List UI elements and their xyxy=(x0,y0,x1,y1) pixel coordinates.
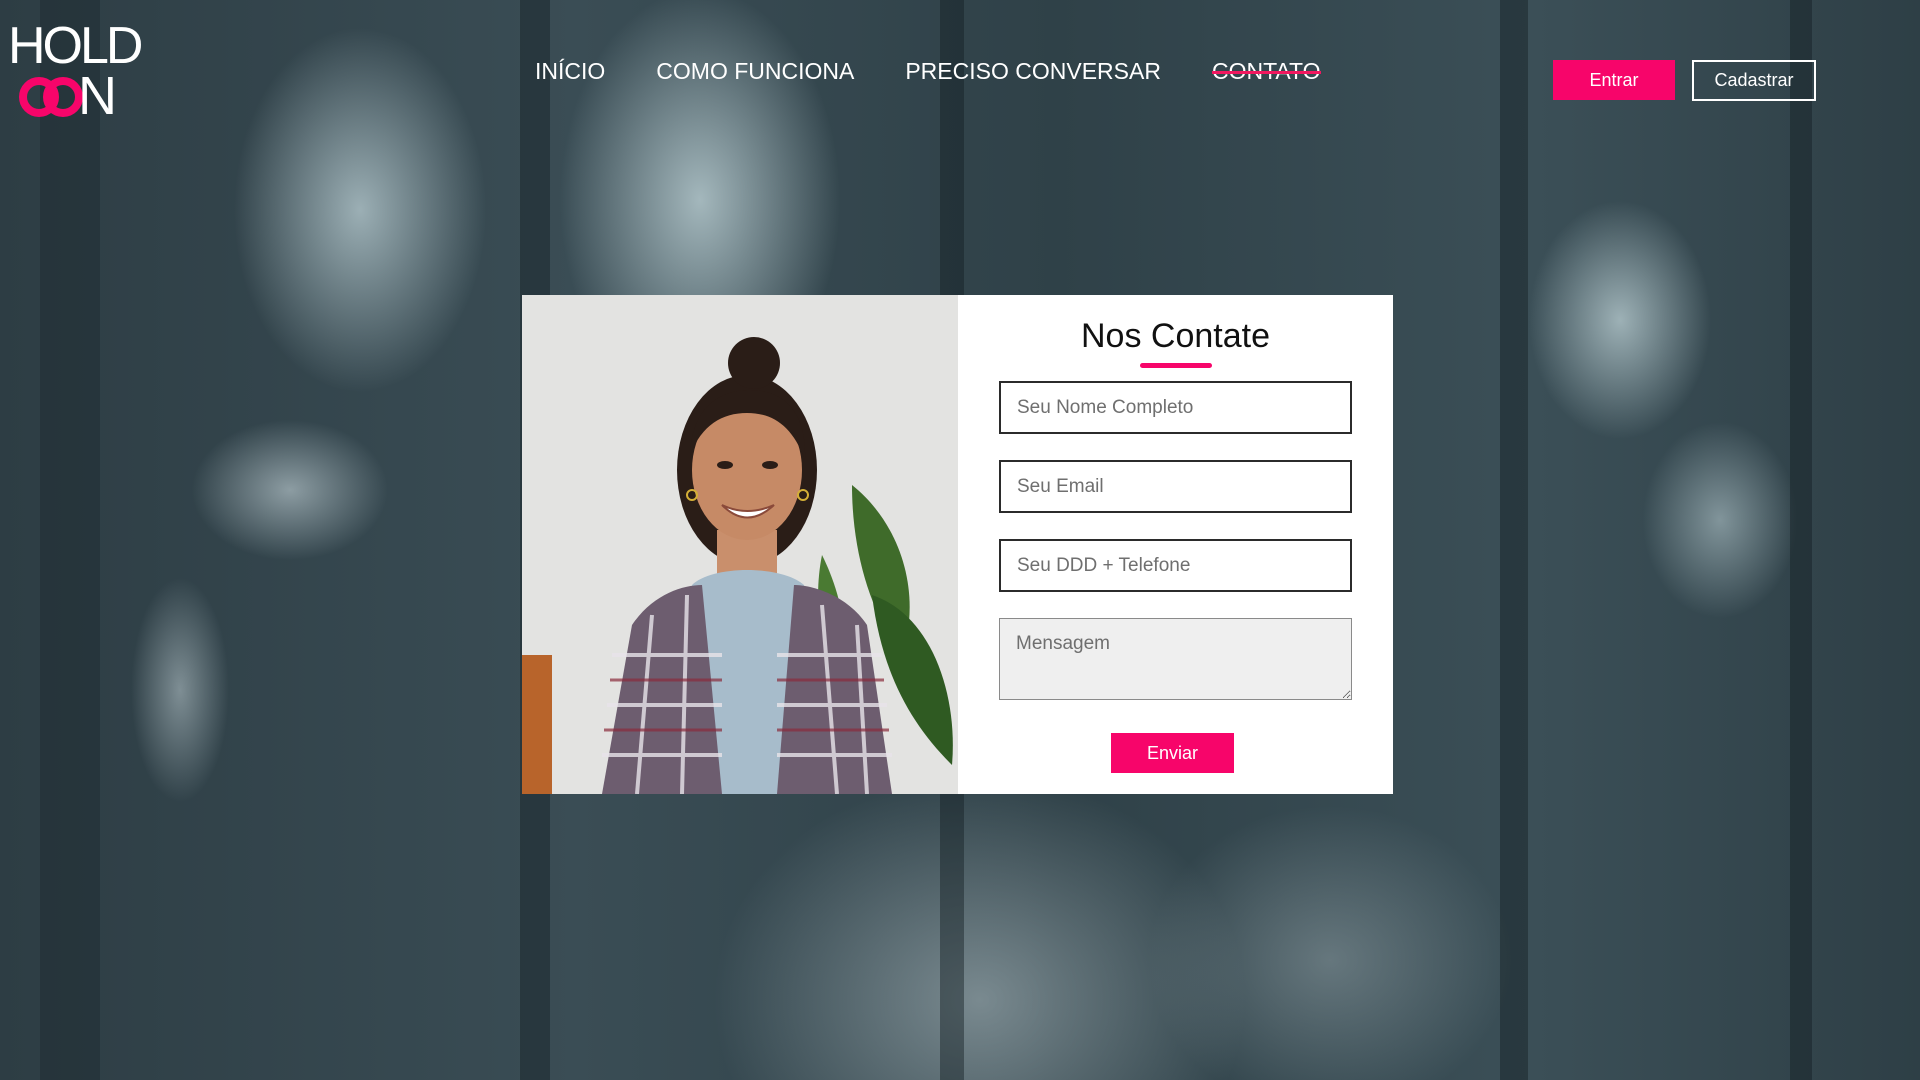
message-field[interactable] xyxy=(999,618,1352,700)
logo-text-n: N xyxy=(78,66,117,126)
nav-item-inicio[interactable]: INÍCIO xyxy=(535,58,605,85)
name-field[interactable] xyxy=(999,381,1352,434)
contact-form: Nos Contate Enviar xyxy=(958,295,1393,794)
signup-button[interactable]: Cadastrar xyxy=(1692,60,1816,101)
phone-field[interactable] xyxy=(999,539,1352,592)
contact-photo xyxy=(522,295,958,794)
page: HOLD N INÍCIO COMO FUNCIONA PRECISO CONV… xyxy=(0,0,1920,1080)
logo-text-hold: HOLD xyxy=(8,17,143,75)
contact-card: Nos Contate Enviar xyxy=(522,295,1393,794)
nav-item-como-funciona[interactable]: COMO FUNCIONA xyxy=(656,58,854,85)
woman-portrait-illustration xyxy=(522,295,958,794)
login-button[interactable]: Entrar xyxy=(1553,60,1675,100)
email-field[interactable] xyxy=(999,460,1352,513)
nav-item-preciso-conversar[interactable]: PRECISO CONVERSAR xyxy=(905,58,1161,85)
title-underline xyxy=(1140,363,1212,368)
contact-title: Nos Contate xyxy=(1081,317,1270,355)
header: HOLD N INÍCIO COMO FUNCIONA PRECISO CONV… xyxy=(0,0,1920,130)
send-button[interactable]: Enviar xyxy=(1111,733,1234,773)
logo[interactable]: HOLD N xyxy=(8,17,148,126)
main-nav: INÍCIO COMO FUNCIONA PRECISO CONVERSAR C… xyxy=(535,58,1321,85)
logo-bottom-row: N xyxy=(18,66,148,126)
nav-item-contato[interactable]: CONTATO xyxy=(1211,58,1321,85)
